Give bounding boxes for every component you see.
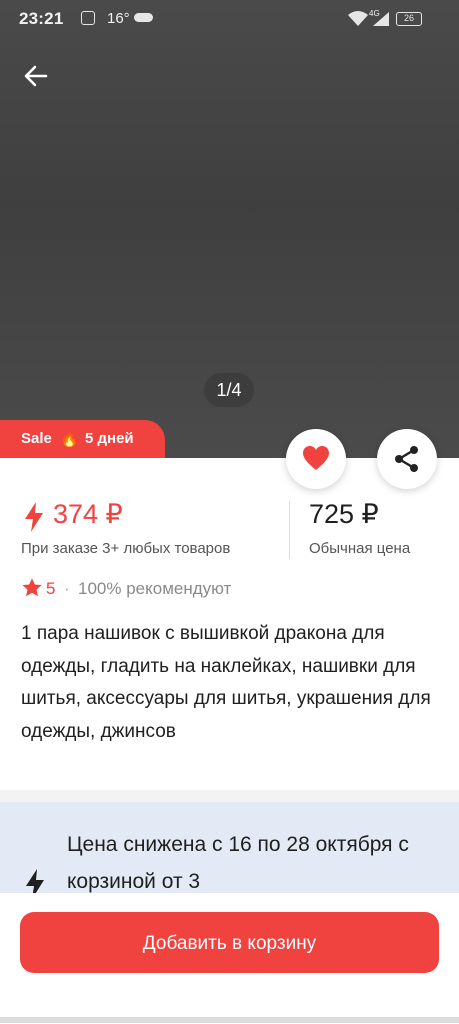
image-page-indicator: 1/4 [204,373,254,407]
price-divider [289,501,290,559]
battery-icon: 26 [396,12,422,26]
promo-card[interactable]: Цена снижена с 16 по 28 октября с корзин… [0,802,459,902]
promo-text: Цена снижена с 16 по 28 октября с корзин… [67,833,409,893]
signal-icon [373,12,389,26]
price-block: 374 ₽ При заказе 3+ любых товаров 725 ₽ … [0,495,459,565]
sale-days: 5 дней [85,430,134,447]
status-bar: 23:21 16° 4G 26 [0,0,459,38]
section-divider [0,790,459,802]
product-title: 1 пара нашивок с вышивкой дракона для од… [21,623,431,742]
lightning-icon [25,502,43,532]
sale-label: Sale [21,430,52,447]
fire-icon: 🔥 [60,431,79,448]
recommend-text: 100% рекомендуют [78,579,232,598]
product-image-gallery[interactable]: 23:21 16° 4G 26 1/4 [0,0,459,458]
home-indicator [0,1017,459,1023]
cloud-icon [134,13,153,22]
heart-icon [303,446,329,470]
wifi-icon [348,11,368,26]
regular-price-note: Обычная цена [309,540,411,557]
star-icon [22,578,42,597]
arrow-left-icon [24,65,48,87]
regular-price: 725 ₽ [309,499,379,529]
favorite-button[interactable] [286,429,346,489]
status-time: 23:21 [19,9,64,28]
status-temperature: 16° [107,10,130,27]
sale-badge: Sale 🔥 5 дней [0,420,165,458]
sale-price: 374 ₽ [53,499,123,529]
bottom-action-bar: Добавить в корзину [0,893,459,1024]
add-to-cart-button[interactable]: Добавить в корзину [20,912,439,973]
share-button[interactable] [377,429,437,489]
notification-icon [81,11,95,25]
sale-price-note: При заказе 3+ любых товаров [21,540,231,557]
share-icon [395,446,418,472]
back-button[interactable] [20,60,52,92]
rating-value: 5 [46,579,56,598]
rating-separator: · [64,579,70,598]
